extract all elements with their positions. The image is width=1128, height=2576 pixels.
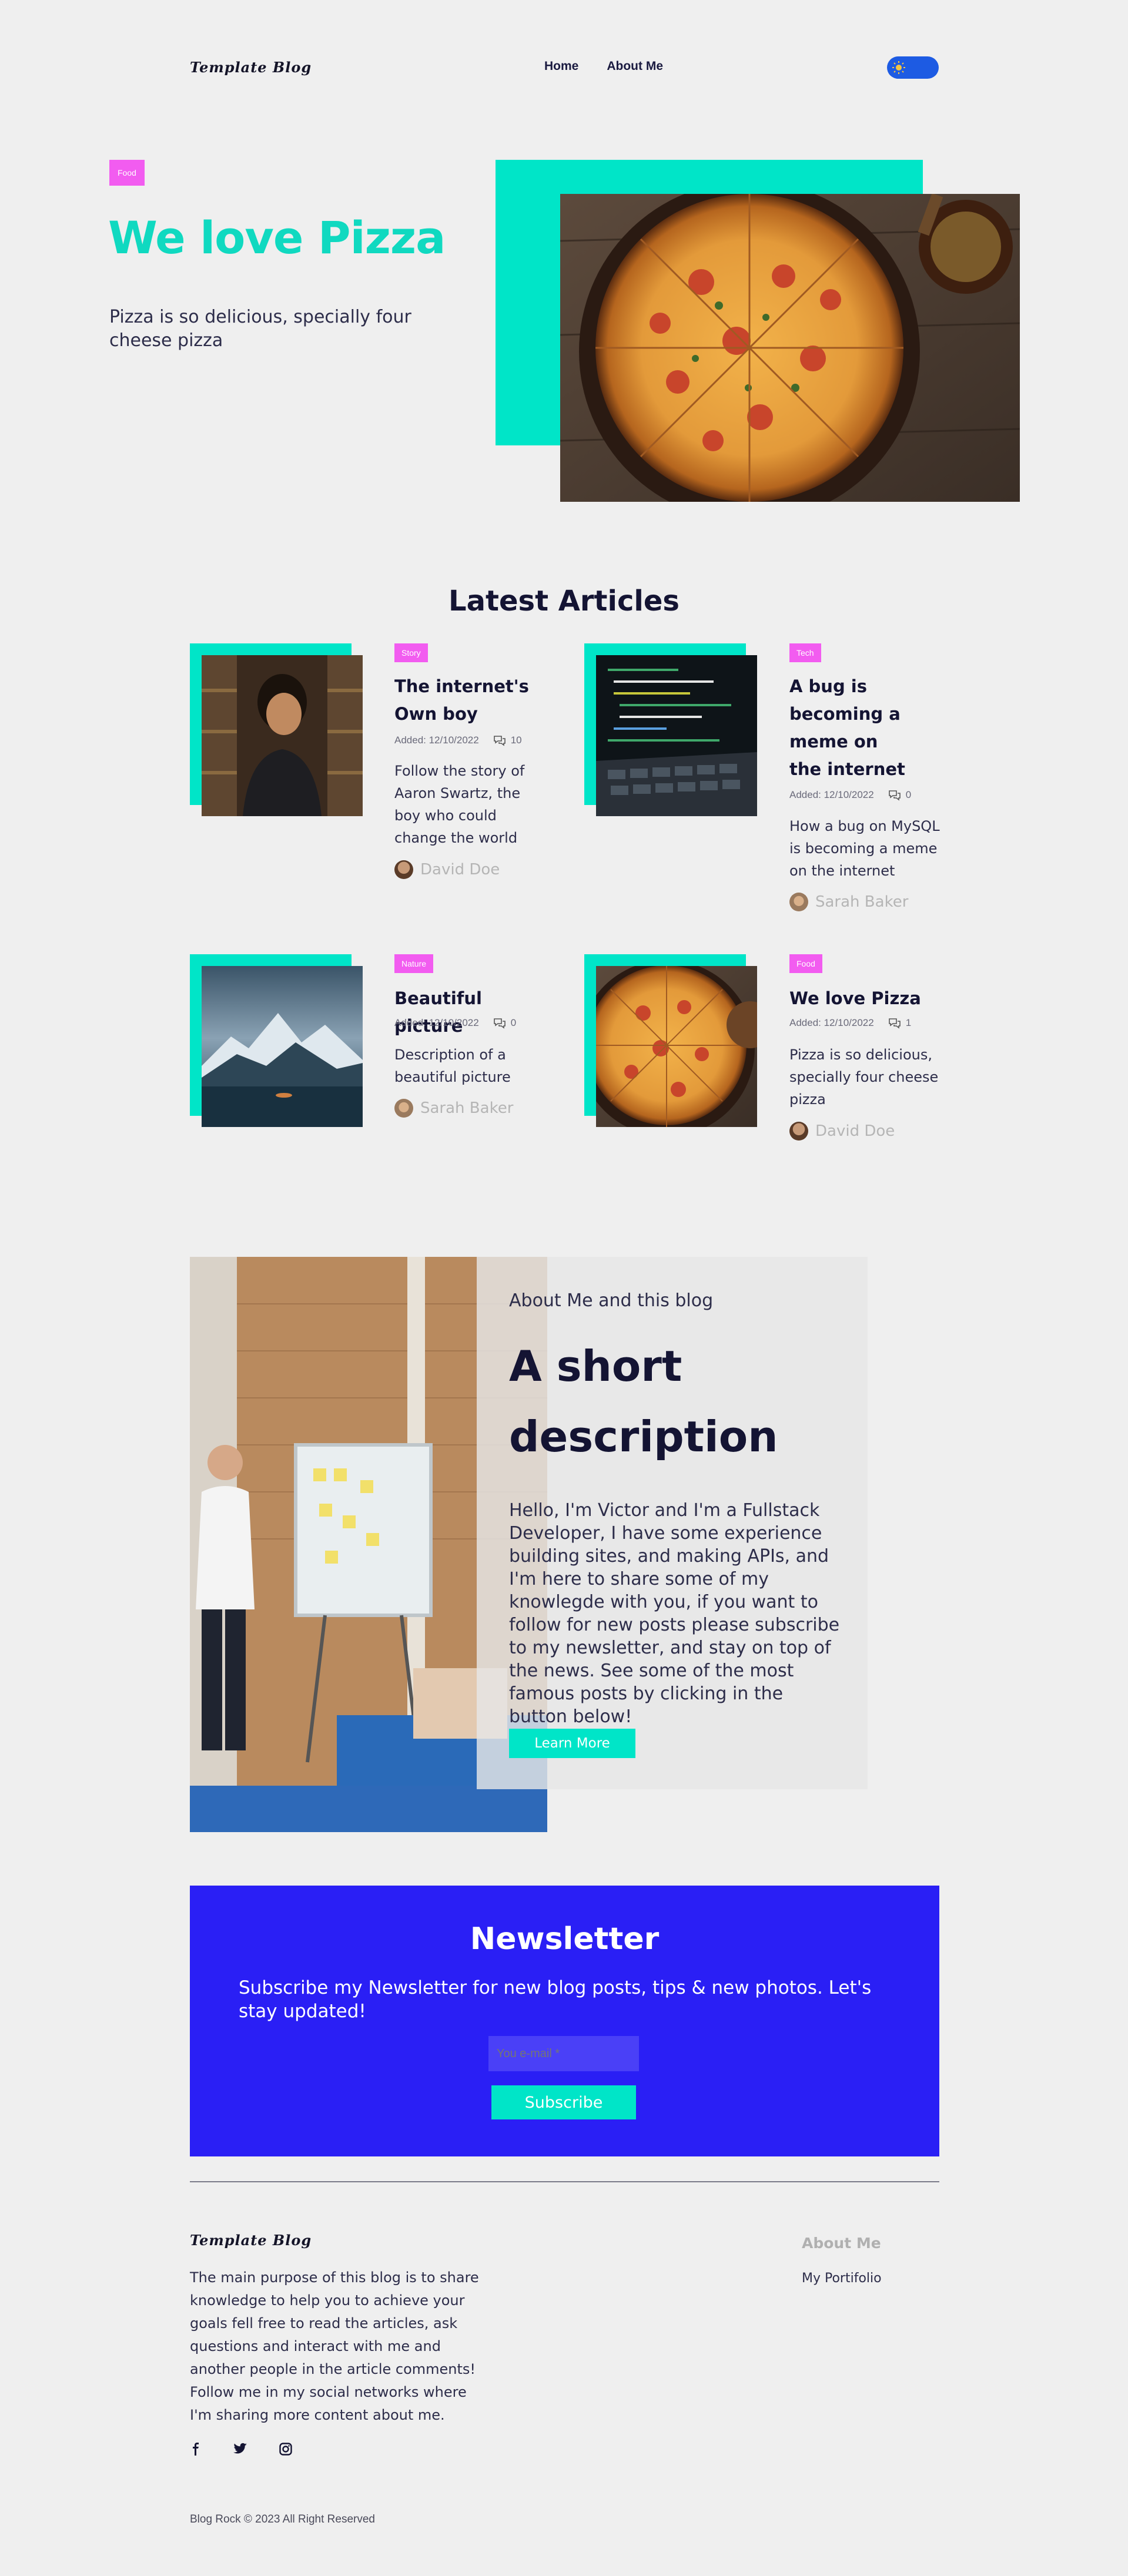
article-date: Added: 12/10/2022 <box>394 734 479 746</box>
article-meta: Added: 12/10/2022 10 <box>394 734 522 746</box>
article-title[interactable]: Beautiful picture <box>394 985 547 1040</box>
about-title: A short description <box>509 1341 778 1461</box>
article-meta: Added: 12/10/2022 1 <box>789 1017 911 1029</box>
hero-category-badge[interactable]: Food <box>109 160 145 186</box>
pizza-photo <box>596 966 757 1127</box>
reading-man-photo <box>202 655 363 816</box>
copyright: Blog Rock © 2023 All Right Reserved <box>190 2513 375 2525</box>
hero-image[interactable] <box>560 194 1020 502</box>
article-description: Description of a beautiful picture <box>394 1046 511 1085</box>
pizza-photo <box>560 194 1020 502</box>
comment-count: 0 <box>905 789 912 800</box>
article-category-badge[interactable]: Nature <box>394 954 434 973</box>
subscribe-button[interactable]: Subscribe <box>491 2085 636 2119</box>
hero-title[interactable]: We love Pizza <box>108 212 446 264</box>
article-image[interactable] <box>596 655 757 816</box>
article-title[interactable]: The internet's Own boy <box>394 673 530 728</box>
about-body: Hello, I'm Victor and I'm a Fullstack De… <box>509 1500 840 1727</box>
facebook-icon[interactable] <box>190 2443 202 2456</box>
site-logo[interactable]: Template Blog <box>190 59 312 76</box>
article-category-badge[interactable]: Food <box>789 954 822 973</box>
article-title[interactable]: We love Pizza <box>789 985 942 1012</box>
email-input[interactable] <box>488 2036 639 2071</box>
about-kicker: About Me and this blog <box>509 1290 714 1311</box>
article-image[interactable] <box>202 655 363 816</box>
avatar <box>394 860 413 879</box>
newsletter-title: Newsletter <box>470 1921 660 1957</box>
article-description: Pizza is so delicious, specially four ch… <box>789 1046 939 1108</box>
avatar <box>394 1099 413 1118</box>
main-nav: Home About Me <box>544 59 663 73</box>
theme-toggle[interactable] <box>887 56 939 79</box>
article-author[interactable]: David Doe <box>789 1122 895 1141</box>
footer-description: The main purpose of this blog is to shar… <box>190 2269 479 2423</box>
article-author[interactable]: Sarah Baker <box>394 1099 513 1118</box>
article-date: Added: 12/10/2022 <box>394 1017 479 1028</box>
avatar <box>789 1122 808 1141</box>
author-name: David Doe <box>815 1122 895 1140</box>
comment-icon <box>493 736 506 746</box>
latest-articles-title: Latest Articles <box>448 585 680 618</box>
footer-logo[interactable]: Template Blog <box>190 2232 312 2249</box>
article-author[interactable]: David Doe <box>394 860 500 879</box>
comment-icon <box>493 1018 506 1029</box>
twitter-icon[interactable] <box>233 2443 247 2456</box>
article-category-badge[interactable]: Tech <box>789 643 821 662</box>
author-name: David Doe <box>420 861 500 878</box>
hero-subtitle: Pizza is so delicious, specially four ch… <box>109 307 411 351</box>
article-date: Added: 12/10/2022 <box>789 1017 874 1028</box>
comment-count: 1 <box>905 1017 912 1028</box>
footer-about-heading: About Me <box>802 2235 881 2252</box>
article-description: How a bug on MySQL is becoming a meme on… <box>789 818 940 879</box>
learn-more-button[interactable]: Learn More <box>509 1729 635 1758</box>
footer-portfolio-link[interactable]: My Portifolio <box>802 2271 882 2286</box>
footer-divider <box>190 2181 939 2182</box>
article-meta: Added: 12/10/2022 0 <box>394 1017 516 1029</box>
avatar <box>789 893 808 911</box>
comment-icon <box>888 790 901 801</box>
newsletter-subtitle: Subscribe my Newsletter for new blog pos… <box>239 1977 872 2022</box>
comment-count: 10 <box>510 734 522 746</box>
comment-icon <box>888 1018 901 1029</box>
comment-count: 0 <box>510 1017 517 1028</box>
article-title[interactable]: A bug is becoming a meme on the internet <box>789 673 907 783</box>
nav-link-about[interactable]: About Me <box>607 59 663 73</box>
author-name: Sarah Baker <box>815 893 909 911</box>
article-category-badge[interactable]: Story <box>394 643 428 662</box>
article-description: Follow the story of Aaron Swartz, the bo… <box>394 763 525 846</box>
nav-link-home[interactable]: Home <box>544 59 578 73</box>
article-image[interactable] <box>202 966 363 1127</box>
mountain-lake-photo <box>202 966 363 1127</box>
author-name: Sarah Baker <box>420 1099 514 1117</box>
article-date: Added: 12/10/2022 <box>789 789 874 800</box>
article-meta: Added: 12/10/2022 0 <box>789 789 911 801</box>
sun-icon <box>892 61 905 74</box>
instagram-icon[interactable] <box>279 2443 292 2456</box>
laptop-code-photo <box>596 655 757 816</box>
social-links <box>190 2443 292 2456</box>
article-author[interactable]: Sarah Baker <box>789 893 908 911</box>
article-image[interactable] <box>596 966 757 1127</box>
